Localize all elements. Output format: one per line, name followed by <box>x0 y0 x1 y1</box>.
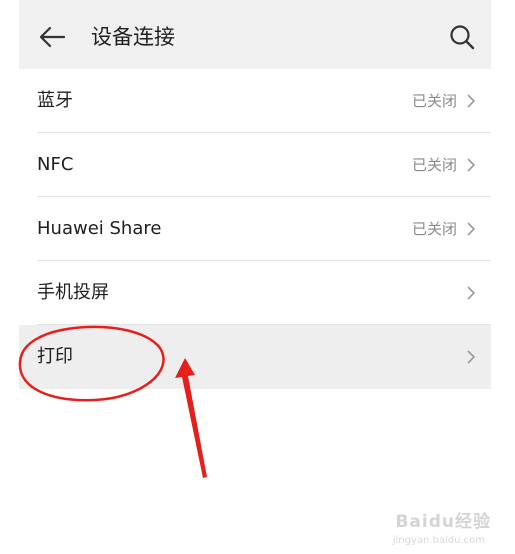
chevron-right-icon <box>467 158 476 172</box>
search-icon <box>450 25 475 50</box>
watermark-logo: Baidu经验 <box>395 512 491 532</box>
setting-label: Huawei Share <box>37 218 162 239</box>
watermark-url: jingyan.baidu.com <box>392 535 485 546</box>
settings-list: 蓝牙 已关闭 NFC 已关闭 Huawei Share 已关闭 手机投屏 打印 <box>19 69 491 389</box>
setting-row-screen-projection[interactable]: 手机投屏 <box>19 261 491 325</box>
setting-status: 已关闭 <box>411 156 457 174</box>
back-button[interactable] <box>35 20 69 54</box>
setting-row-nfc[interactable]: NFC 已关闭 <box>19 133 491 197</box>
setting-status: 已关闭 <box>411 92 457 110</box>
settings-screen: 设备连接 蓝牙 已关闭 NFC 已关闭 Huawei Share 已关闭 手机投… <box>19 0 491 554</box>
setting-label: NFC <box>37 154 74 175</box>
search-button[interactable] <box>445 20 479 54</box>
setting-row-print[interactable]: 打印 <box>19 325 491 389</box>
chevron-right-icon <box>467 94 476 108</box>
setting-row-bluetooth[interactable]: 蓝牙 已关闭 <box>19 69 491 133</box>
setting-row-huawei-share[interactable]: Huawei Share 已关闭 <box>19 197 491 261</box>
arrow-left-icon <box>39 26 66 48</box>
setting-label: 手机投屏 <box>37 282 109 303</box>
chevron-right-icon <box>467 286 476 300</box>
app-header: 设备连接 <box>19 0 491 69</box>
chevron-right-icon <box>467 222 476 236</box>
setting-label: 蓝牙 <box>37 90 73 111</box>
chevron-right-icon <box>467 350 476 364</box>
setting-status: 已关闭 <box>411 220 457 238</box>
page-title: 设备连接 <box>91 25 175 49</box>
setting-label: 打印 <box>37 346 73 367</box>
